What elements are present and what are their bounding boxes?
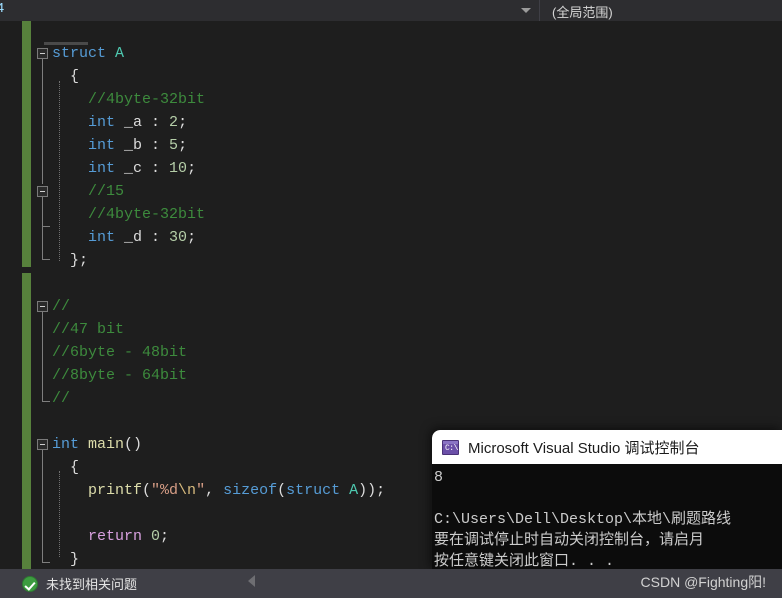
code-token: //6byte - 48bit	[52, 344, 188, 361]
active-file-label: 4	[0, 1, 5, 17]
code-token: 30	[169, 229, 188, 246]
code-line: }	[70, 552, 79, 568]
code-line: return 0;	[88, 529, 169, 545]
watermark-label: CSDN @Fighting阳!	[640, 574, 766, 590]
console-output[interactable]: 8 C:\Users\Dell\Desktop\本地\刷题路线 要在调试停止时自动…	[432, 464, 782, 570]
code-token: {	[70, 459, 80, 476]
navigation-bar: 4 (全局范围)	[0, 0, 782, 21]
code-line: };	[70, 253, 88, 269]
code-line: //4byte-32bit	[88, 207, 205, 223]
code-line: {	[70, 69, 79, 85]
code-token: //	[52, 298, 71, 315]
code-token: \n	[178, 482, 197, 499]
code-token: ));	[358, 482, 386, 499]
code-token: _a	[115, 114, 152, 131]
console-title-label: Microsoft Visual Studio 调试控制台	[468, 439, 700, 457]
code-token: }	[70, 551, 80, 568]
scope-label: (全局范围)	[552, 5, 613, 20]
code-token: ;	[160, 528, 170, 545]
code-token: //4byte-32bit	[88, 91, 206, 108]
status-message-group: 未找到相关问题	[0, 569, 137, 598]
code-token: int	[88, 160, 116, 177]
code-token: main	[88, 436, 125, 453]
console-output-line: C:\Users\Dell\Desktop\本地\刷题路线	[434, 511, 732, 528]
code-line: //	[52, 299, 70, 315]
code-token: "	[196, 482, 206, 499]
code-token: //	[52, 390, 71, 407]
code-line: {	[70, 460, 79, 476]
code-token: _b	[115, 137, 152, 154]
code-token: int	[88, 229, 116, 246]
code-token: _c	[115, 160, 152, 177]
code-token: 5	[169, 137, 179, 154]
chevron-down-icon[interactable]	[521, 8, 531, 13]
code-token: //15	[88, 183, 125, 200]
code-token: ,	[205, 482, 224, 499]
success-check-icon	[22, 575, 38, 592]
code-line: struct A	[52, 46, 124, 62]
code-token: 10	[169, 160, 188, 177]
code-token: int	[88, 114, 116, 131]
code-token: :	[151, 114, 170, 131]
code-token: ;	[187, 160, 197, 177]
code-token: {	[70, 68, 80, 85]
code-token: ;	[178, 114, 188, 131]
code-token: :	[151, 229, 170, 246]
code-token: "%d	[151, 482, 179, 499]
console-output-line: 要在调试停止时自动关闭控制台，请启月	[434, 532, 705, 549]
code-token: };	[70, 252, 89, 269]
code-token: :	[151, 137, 170, 154]
code-line: int _b : 5;	[88, 138, 187, 154]
console-icon-label: C:\	[445, 443, 458, 453]
console-output-line: 8	[434, 469, 444, 486]
status-message: 未找到相关问题	[46, 577, 138, 592]
code-line: int _d : 30;	[88, 230, 196, 246]
code-token: ;	[187, 229, 197, 246]
code-token: (	[277, 482, 287, 499]
code-token: sizeof	[223, 482, 278, 499]
code-token: int	[88, 137, 116, 154]
vs-editor-window: 4 (全局范围) struct A { //4byte-32bit int _a : …	[0, 0, 782, 598]
code-token: 2	[169, 114, 179, 131]
file-scope-dropdown[interactable]: 4	[0, 0, 540, 21]
console-window-icon: C:\	[442, 439, 459, 455]
code-line: //4byte-32bit	[88, 92, 205, 108]
code-token: //47 bit	[52, 321, 125, 338]
triangle-left-icon[interactable]	[248, 575, 255, 587]
code-token: 0	[151, 528, 161, 545]
code-line: //	[52, 391, 70, 407]
code-line: int _c : 10;	[88, 161, 196, 177]
code-token: //8byte - 64bit	[52, 367, 188, 384]
code-token: _d	[115, 229, 152, 246]
code-token: (	[142, 482, 152, 499]
debug-console-window[interactable]: C:\ Microsoft Visual Studio 调试控制台 8 C:\U…	[432, 430, 782, 570]
code-line: //6byte - 48bit	[52, 345, 187, 361]
code-line: //47 bit	[52, 322, 124, 338]
console-title-bar[interactable]: C:\ Microsoft Visual Studio 调试控制台	[432, 430, 782, 464]
code-line: //15	[88, 184, 124, 200]
member-scope-dropdown[interactable]: (全局范围)	[540, 0, 782, 21]
code-token: //4byte-32bit	[88, 206, 206, 223]
code-token: A	[115, 45, 125, 62]
code-line: int main()	[52, 437, 142, 453]
code-token: printf	[88, 482, 143, 499]
code-line: //8byte - 64bit	[52, 368, 187, 384]
code-token: return	[88, 528, 143, 545]
code-token: :	[151, 160, 170, 177]
code-token: A	[349, 482, 359, 499]
code-token: ()	[124, 436, 143, 453]
console-output-line: 按任意键关闭此窗口. . .	[434, 553, 615, 570]
code-token: struct	[52, 45, 116, 62]
code-line: printf("%d\n", sizeof(struct A));	[88, 483, 385, 499]
code-line: int _a : 2;	[88, 115, 187, 131]
code-token: int	[52, 436, 80, 453]
code-token: ;	[178, 137, 188, 154]
code-token: struct	[286, 482, 350, 499]
